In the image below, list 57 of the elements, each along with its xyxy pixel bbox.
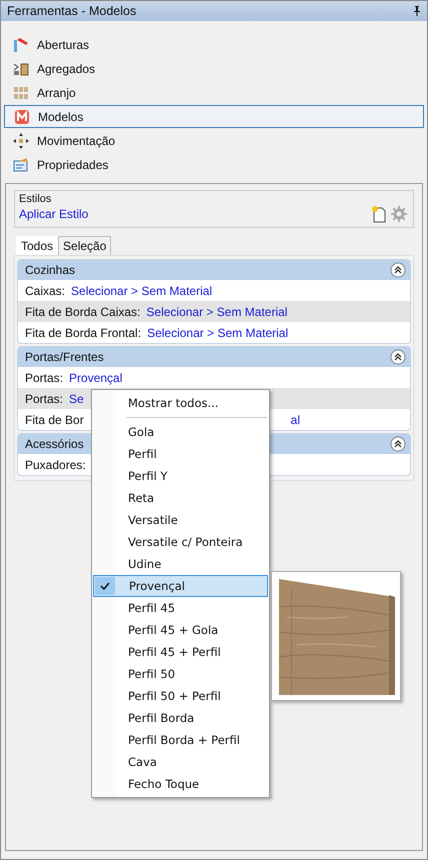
section-title: Portas/Frentes (25, 350, 104, 364)
menu-item[interactable]: Perfil (93, 443, 268, 465)
row-label: Fita de Borda Caixas: (25, 304, 140, 318)
flag-icon (13, 36, 29, 52)
nav-item[interactable]: Aberturas (4, 33, 424, 56)
window-title: Ferramentas - Modelos (7, 4, 136, 18)
menu-item[interactable]: Gola (93, 421, 268, 443)
check-icon (95, 577, 115, 595)
value-link[interactable]: Se (69, 392, 84, 406)
tab[interactable]: Todos (16, 236, 58, 255)
nav-item[interactable]: Movimentação (4, 129, 424, 152)
menu-item[interactable]: Perfil Y (93, 465, 268, 487)
section-title: Cozinhas (25, 263, 76, 277)
nav-item[interactable]: Arranjo (4, 81, 424, 104)
row-label: Caixas: (25, 284, 66, 298)
menu-item[interactable]: Perfil Borda + Perfil (93, 729, 268, 751)
cabinet-icon (13, 60, 29, 76)
menu-item[interactable]: Perfil 50 + Perfil (93, 685, 268, 707)
menu-item[interactable]: Versatile c/ Ponteira (93, 531, 268, 553)
menu-item[interactable]: Perfil 45 + Perfil (93, 641, 268, 663)
m-logo-icon (14, 108, 30, 124)
value-link[interactable]: Selecionar > Sem Material (147, 326, 288, 340)
collapse-icon[interactable] (390, 349, 406, 365)
menu-item[interactable]: Cava (93, 751, 268, 773)
menu-item[interactable]: Perfil Borda (93, 707, 268, 729)
menu-item[interactable]: Udine (93, 553, 268, 575)
menu-item[interactable]: Mostrar todos... (93, 392, 268, 414)
value-link[interactable]: al (290, 412, 300, 426)
group-label: Estilos (19, 193, 52, 205)
value-link[interactable]: Selecionar > Sem Material (146, 304, 288, 318)
nav-item[interactable]: Modelos (4, 105, 424, 128)
menu-item[interactable]: Perfil 50 (93, 663, 268, 685)
menu-item[interactable]: Versatile (93, 509, 268, 531)
row-label: Portas: (25, 370, 64, 384)
grid-icon (13, 84, 29, 100)
nav-item[interactable]: Agregados (4, 57, 424, 80)
menu-item[interactable]: Perfil 45 + Gola (93, 619, 268, 641)
row-label: Puxadores: (25, 458, 86, 472)
collapse-icon[interactable] (390, 262, 406, 278)
row-label: Portas: (25, 392, 64, 406)
menu-item[interactable]: Fecho Toque (93, 773, 268, 795)
nav-item[interactable]: Propriedades (4, 153, 424, 176)
section-title: Acessórios (25, 437, 84, 451)
row-label: Fita de Borda Frontal: (25, 326, 142, 340)
tab[interactable]: Seleção (58, 236, 112, 255)
row-label: Fita de Bor (25, 412, 84, 426)
pin-icon[interactable] (413, 6, 421, 16)
move-icon (13, 132, 29, 148)
apply-style-link[interactable]: Aplicar Estilo (19, 207, 88, 221)
value-link[interactable]: Provençal (69, 370, 122, 384)
new-document-icon[interactable] (371, 205, 387, 223)
form-icon (13, 156, 29, 172)
collapse-icon[interactable] (390, 436, 406, 452)
value-link[interactable]: Selecionar > Sem Material (71, 284, 212, 298)
menu-item[interactable]: Provençal (93, 575, 268, 597)
menu-item[interactable]: Reta (93, 487, 268, 509)
menu-item[interactable]: Perfil 45 (93, 597, 268, 619)
